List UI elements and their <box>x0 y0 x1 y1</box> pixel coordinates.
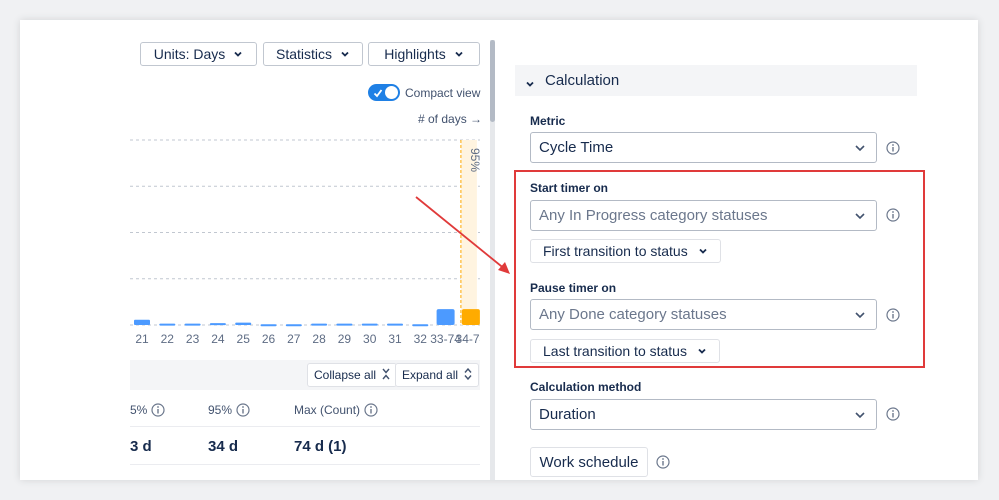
highlights-label: Highlights <box>384 46 446 62</box>
compact-view-toggle[interactable] <box>368 84 400 101</box>
info-icon[interactable] <box>364 403 378 417</box>
calculation-method-label: Calculation method <box>530 380 642 394</box>
x-tick-label: 27 <box>287 332 301 346</box>
histogram-bar[interactable] <box>461 309 480 325</box>
info-icon[interactable] <box>656 455 670 469</box>
table-cell: 3 d <box>130 438 152 455</box>
scrollbar-thumb[interactable] <box>490 40 495 122</box>
metric-select[interactable]: Cycle Time <box>530 132 877 163</box>
collapse-all-label: Collapse all <box>314 368 377 382</box>
info-icon[interactable] <box>886 407 900 421</box>
histogram-bar[interactable] <box>361 323 378 326</box>
work-schedule-label: Work schedule <box>539 453 639 471</box>
histogram-bar[interactable] <box>285 324 302 327</box>
table-cell: 34 d <box>208 438 239 455</box>
histogram-bar[interactable] <box>235 322 252 325</box>
col-header-95pct: 95% <box>208 403 250 417</box>
percentile-label: 95% <box>468 148 480 172</box>
x-tick-label: 34-74 <box>456 332 480 346</box>
compact-view-label: Compact view <box>405 86 481 100</box>
table-cell: 74 d (1) <box>294 438 347 455</box>
calculation-method-select[interactable]: Duration <box>530 399 877 430</box>
histogram-bar[interactable] <box>311 323 328 326</box>
x-tick-label: 31 <box>388 332 402 346</box>
info-icon[interactable] <box>236 403 250 417</box>
units-dropdown[interactable]: Units: Days <box>140 42 257 66</box>
days-axis-link[interactable]: # of days → <box>418 112 482 126</box>
calculation-title: Calculation <box>545 72 620 89</box>
x-tick-label: 25 <box>237 332 251 346</box>
metric-value: Cycle Time <box>539 139 614 156</box>
histogram-bar[interactable] <box>336 323 353 326</box>
table-divider <box>130 426 480 427</box>
highlight-box <box>514 170 925 368</box>
chevron-down-icon <box>233 49 243 59</box>
histogram-bar[interactable] <box>184 323 201 326</box>
expand-all-label: Expand all <box>402 368 459 382</box>
check-icon <box>373 86 383 98</box>
histogram-bar[interactable] <box>134 319 150 325</box>
histogram-bar[interactable] <box>412 324 429 327</box>
col-header-5pct: 5% <box>130 403 165 417</box>
expand-all-button[interactable]: Expand all <box>395 363 480 387</box>
work-schedule-button[interactable]: Work schedule <box>530 447 648 477</box>
col-header-label: 95% <box>208 403 233 417</box>
toggle-knob <box>385 86 398 99</box>
histogram-bar[interactable] <box>260 324 277 327</box>
col-header-max: Max (Count) <box>294 403 378 417</box>
statistics-dropdown[interactable]: Statistics <box>263 42 363 66</box>
annotation-arrow <box>415 196 510 274</box>
statistics-label: Statistics <box>275 46 332 62</box>
collapse-all-button[interactable]: Collapse all <box>307 363 398 387</box>
collapse-icon <box>382 368 390 383</box>
highlights-dropdown[interactable]: Highlights <box>368 42 480 66</box>
col-header-label: 5% <box>130 403 148 417</box>
chevron-down-icon <box>340 49 350 59</box>
chevron-down-icon <box>454 49 464 59</box>
x-tick-label: 30 <box>363 332 377 346</box>
app-frame: Units: Days Statistics Highlights Compac… <box>20 20 978 480</box>
table-divider <box>130 464 480 465</box>
x-tick-label: 22 <box>161 332 175 346</box>
chevron-down-icon <box>854 143 865 153</box>
chevron-down-icon <box>525 76 535 87</box>
histogram-bar[interactable] <box>159 323 176 326</box>
x-tick-label: 21 <box>135 332 149 346</box>
chevron-down-icon <box>854 410 865 420</box>
calculation-method-value: Duration <box>539 406 596 423</box>
x-tick-label: 28 <box>312 332 326 346</box>
histogram-bar[interactable] <box>387 323 403 326</box>
metric-label: Metric <box>530 114 566 128</box>
x-tick-label: 32 <box>414 332 428 346</box>
histogram-bar[interactable] <box>209 323 226 326</box>
col-header-label: Max (Count) <box>294 403 361 417</box>
calculation-section-header[interactable]: Calculation <box>515 65 917 96</box>
x-tick-label: 29 <box>338 332 352 346</box>
x-tick-label: 24 <box>211 332 225 346</box>
units-label: Units: Days <box>153 46 226 62</box>
x-tick-label: 23 <box>186 332 200 346</box>
x-tick-label: 26 <box>262 332 276 346</box>
histogram-bar[interactable] <box>436 309 455 325</box>
info-icon[interactable] <box>151 403 165 417</box>
info-icon[interactable] <box>886 141 900 155</box>
expand-icon <box>464 367 472 383</box>
